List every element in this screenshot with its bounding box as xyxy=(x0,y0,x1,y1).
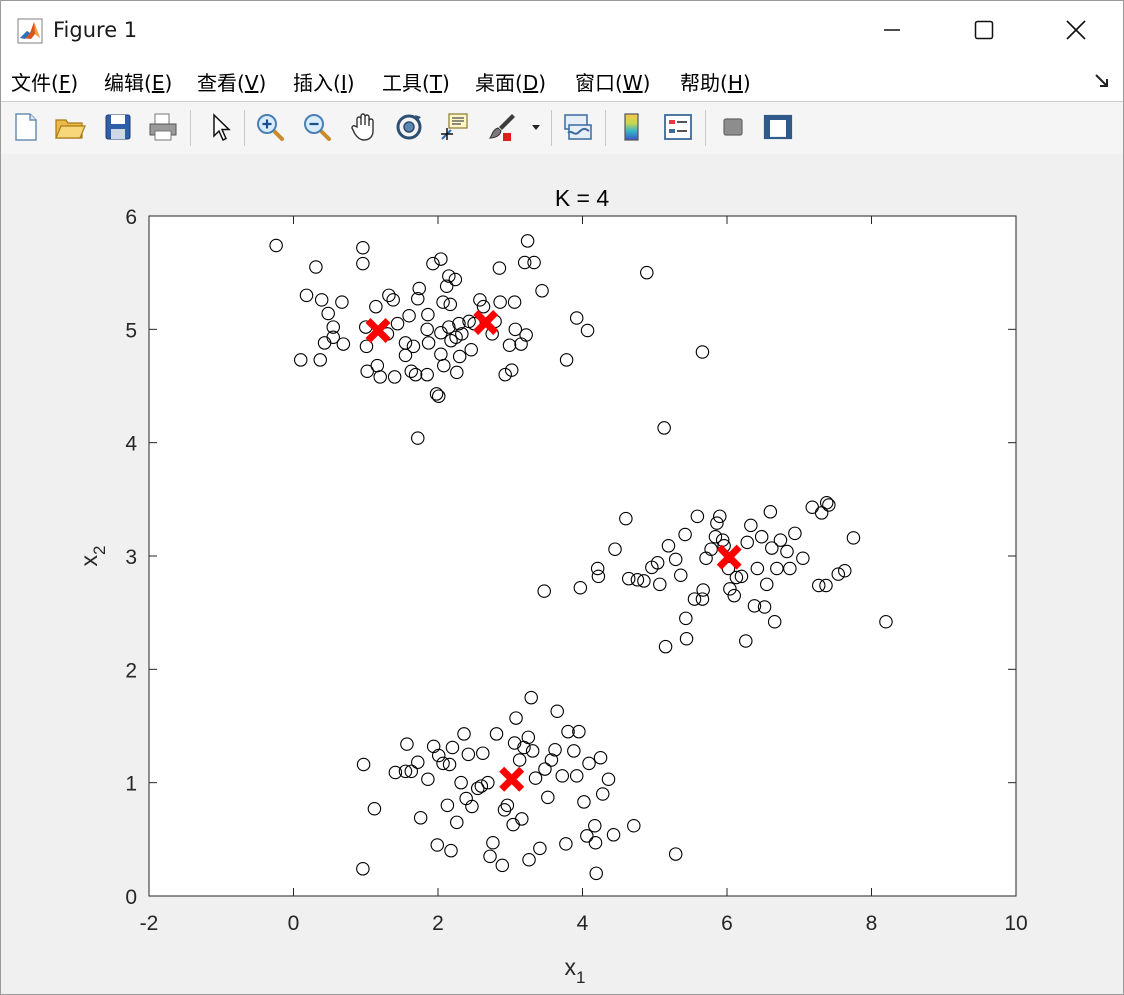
rotate-3d-button[interactable] xyxy=(392,110,426,144)
menu-window[interactable]: 窗口(W) xyxy=(575,67,650,96)
chart-title: K = 4 xyxy=(555,185,610,211)
new-figure-icon xyxy=(15,113,37,141)
hide-plot-tools-button[interactable] xyxy=(716,110,750,144)
link-plot-button[interactable] xyxy=(561,110,595,144)
zoom-in-button[interactable] xyxy=(253,110,287,144)
zoom-out-icon xyxy=(304,114,331,141)
y-tick-label: 2 xyxy=(125,659,137,682)
x-tick-label: 8 xyxy=(866,912,878,935)
y-tick-label: 5 xyxy=(125,319,137,342)
toolbar-separator xyxy=(605,110,606,146)
legend-icon xyxy=(664,114,692,140)
menu-tools[interactable]: 工具(T) xyxy=(382,67,450,96)
show-plot-tools-icon xyxy=(763,114,793,140)
zoom-out-button[interactable] xyxy=(300,110,334,144)
insert-colorbar-button[interactable] xyxy=(615,110,649,144)
minimize-button[interactable] xyxy=(846,1,938,59)
close-button[interactable] xyxy=(1030,1,1122,59)
minimize-icon xyxy=(884,29,900,31)
y-tick-label: 4 xyxy=(125,433,137,456)
window-title: Figure 1 xyxy=(53,18,138,42)
close-icon xyxy=(1066,20,1086,40)
x-axis-label-subscript: 1 xyxy=(576,968,585,987)
menu-insert[interactable]: 插入(I) xyxy=(293,67,355,96)
data-cursor-icon xyxy=(441,113,468,140)
x-tick-label: 0 xyxy=(288,912,300,935)
brush-button[interactable] xyxy=(485,110,519,144)
x-tick-label: 10 xyxy=(1004,912,1027,935)
brush-dropdown-icon xyxy=(532,125,540,130)
maximize-icon xyxy=(974,20,994,40)
y-tick-label: 6 xyxy=(125,206,137,229)
y-axis-label-subscript: 2 xyxy=(90,546,109,555)
pan-hand-icon xyxy=(351,113,374,141)
zoom-in-icon xyxy=(257,114,284,141)
figure-toolbar xyxy=(1,101,1123,155)
edit-plot-arrow-icon xyxy=(213,113,231,142)
figure-canvas[interactable]: -2 0 2 4 6 8 10 0 1 2 3 4 5 6 K = 4 x1 x2 xyxy=(1,154,1123,994)
edit-plot-button[interactable] xyxy=(203,110,237,144)
brush-icon xyxy=(488,114,515,141)
show-plot-tools-button[interactable] xyxy=(761,110,795,144)
menu-desktop[interactable]: 桌面(D) xyxy=(475,67,546,96)
scatter-plot[interactable]: -2 0 2 4 6 8 100123456 K = 4 x1 x2 xyxy=(1,154,1123,994)
x-tick-label: 2 xyxy=(432,912,444,935)
figure-window: Figure 1 文件(F) 编辑(E) 查看(V) 插入(I) 工具(T) 桌… xyxy=(0,0,1124,995)
print-button[interactable] xyxy=(146,110,180,144)
y-tick-label: 3 xyxy=(125,546,137,569)
y-tick-label: 0 xyxy=(125,886,137,909)
menu-help[interactable]: 帮助(H) xyxy=(680,67,751,96)
menu-edit[interactable]: 编辑(E) xyxy=(104,67,172,96)
y-tick-label: 1 xyxy=(125,773,137,796)
save-icon xyxy=(105,114,131,140)
rotate-3d-icon xyxy=(396,114,422,140)
toolbar-separator xyxy=(190,110,191,146)
maximize-button[interactable] xyxy=(938,1,1030,59)
data-cursor-button[interactable] xyxy=(438,110,472,144)
print-icon xyxy=(149,113,177,141)
x-axis-label: x1 xyxy=(565,954,586,987)
save-button[interactable] xyxy=(101,110,135,144)
title-bar[interactable]: Figure 1 xyxy=(1,1,1123,59)
matlab-icon xyxy=(17,18,43,44)
dock-arrow-icon[interactable] xyxy=(1093,71,1111,89)
pan-button[interactable] xyxy=(347,110,381,144)
x-tick-label: 6 xyxy=(721,912,733,935)
insert-legend-button[interactable] xyxy=(661,110,695,144)
toolbar-separator xyxy=(551,110,552,146)
toolbar-separator xyxy=(705,110,706,146)
menu-view[interactable]: 查看(V) xyxy=(197,67,266,96)
new-figure-button[interactable] xyxy=(9,110,43,144)
open-file-icon xyxy=(55,119,86,139)
toolbar-separator xyxy=(244,110,245,146)
link-plot-icon xyxy=(564,114,592,140)
brush-dropdown-button[interactable] xyxy=(527,110,545,144)
menu-file[interactable]: 文件(F) xyxy=(11,67,78,96)
open-file-button[interactable] xyxy=(53,110,87,144)
menu-bar: 文件(F) 编辑(E) 查看(V) 插入(I) 工具(T) 桌面(D) 窗口(W… xyxy=(1,59,1123,101)
colorbar-icon xyxy=(624,113,639,141)
x-tick-label: -2 xyxy=(140,912,159,935)
hide-plot-tools-icon xyxy=(723,118,743,136)
x-tick-label: 4 xyxy=(577,912,589,935)
y-axis-label: x2 xyxy=(76,546,109,567)
